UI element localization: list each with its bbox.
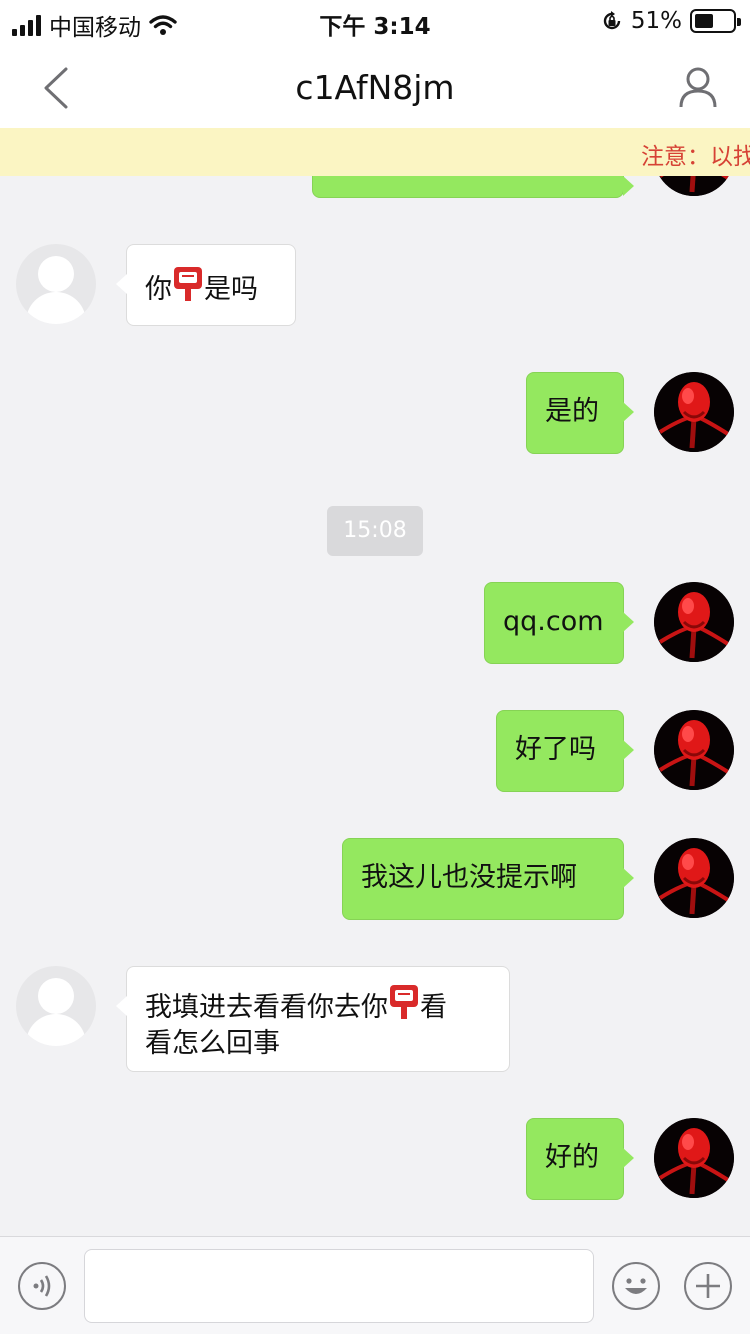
input-bar <box>0 1236 750 1334</box>
message-bubble[interactable]: 是的 <box>526 372 634 454</box>
nav-bar: c1AfN8jm <box>0 44 750 128</box>
rotation-lock-icon <box>603 11 621 30</box>
message-bubble[interactable]: qq.com <box>484 582 634 664</box>
my-avatar[interactable] <box>654 176 734 196</box>
message-bubble[interactable]: 好的 <box>526 1118 634 1200</box>
timestamp-label: 15:08 <box>327 506 423 556</box>
message-text: 好的 <box>545 1142 599 1173</box>
message-text: 我这儿也没提示啊 <box>361 862 577 893</box>
message-bubble[interactable]: 好了吗 <box>496 710 634 792</box>
message-text: 看怎么回事 <box>145 1028 280 1059</box>
message-list[interactable]: 你 是吗 是的 15:08 qq.com 好了吗 我这儿也没提示啊 我填进去看看你… <box>0 176 750 1236</box>
voice-icon[interactable] <box>18 1262 66 1310</box>
my-avatar[interactable] <box>654 710 734 790</box>
emoji-icon[interactable] <box>612 1262 660 1310</box>
plus-icon[interactable] <box>684 1262 732 1310</box>
notice-text: 注意：以找 <box>641 144 750 170</box>
message-text: 我填进去看看你去你 <box>145 992 388 1023</box>
contact-avatar[interactable] <box>16 966 96 1046</box>
message-bubble[interactable]: 你 是吗 <box>116 244 296 326</box>
my-avatar[interactable] <box>654 1118 734 1198</box>
message-input[interactable] <box>84 1249 594 1323</box>
status-bar: 中国移动 下午 3:14 51% <box>0 0 750 44</box>
message-text: 看 <box>420 992 447 1023</box>
message-bubble[interactable]: 我这儿也没提示啊 <box>342 838 634 920</box>
battery-percent: 51% <box>630 8 682 34</box>
chat-title: c1AfN8jm <box>295 68 455 107</box>
chevron-left-icon[interactable] <box>40 66 80 110</box>
my-avatar[interactable] <box>654 838 734 918</box>
postbox-icon <box>173 266 203 302</box>
battery-fill <box>695 14 713 28</box>
notice-banner[interactable]: 注意：以找 <box>0 128 750 176</box>
message-text: 是吗 <box>204 274 258 305</box>
message-text: qq.com <box>503 606 604 637</box>
chat-screen: 中国移动 下午 3:14 51% c1AfN8jm 注意：以找 你 是吗 是的 … <box>0 0 750 1334</box>
postbox-icon <box>389 984 419 1020</box>
battery-icon <box>690 9 741 33</box>
message-bubble[interactable]: 我填进去看看你去你 看 看怎么回事 <box>116 966 510 1072</box>
message-text: 你 <box>145 274 172 305</box>
message-text: 好了吗 <box>515 734 596 765</box>
person-icon[interactable] <box>678 66 718 108</box>
message-bubble-partial[interactable] <box>312 176 634 198</box>
my-avatar[interactable] <box>654 372 734 452</box>
message-text: 是的 <box>545 396 599 427</box>
my-avatar[interactable] <box>654 582 734 662</box>
contact-avatar[interactable] <box>16 244 96 324</box>
status-right: 51% <box>601 8 741 34</box>
